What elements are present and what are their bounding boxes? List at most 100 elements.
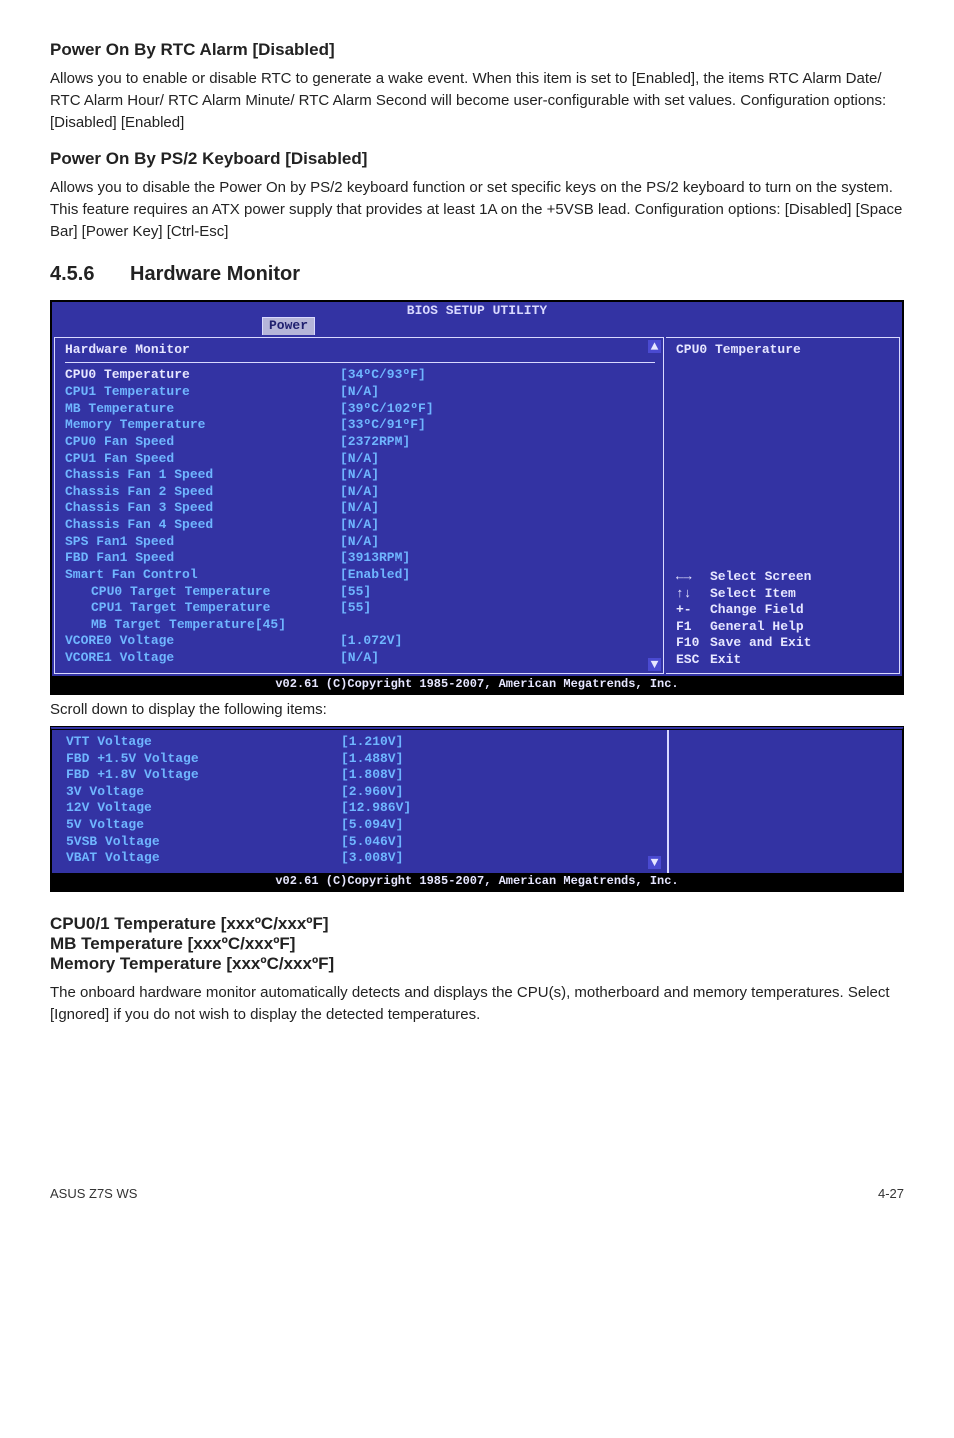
section-heading-hwmon: 4.5.6Hardware Monitor (50, 263, 904, 286)
bios-row[interactable]: Chassis Fan 4 Speed[N/A] (65, 517, 655, 534)
bios-field-label: CPU1 Temperature (65, 384, 340, 401)
bios-field-value: [N/A] (340, 500, 379, 517)
bios-field-label: CPU0 Fan Speed (65, 434, 340, 451)
bios-field-value: [39ºC/102ºF] (340, 401, 434, 418)
bios-field-label: Memory Temperature (65, 417, 340, 434)
bios-help-key: +- (676, 602, 710, 619)
bios-field-label: VBAT Voltage (66, 850, 341, 867)
bios-field-value: [5.046V] (341, 834, 403, 851)
bios-field-value: [Enabled] (340, 567, 410, 584)
temp-heading-memory: Memory Temperature [xxxºC/xxxºF] (50, 954, 904, 974)
footer-right: 4-27 (878, 1186, 904, 1201)
bios-row[interactable]: Chassis Fan 2 Speed[N/A] (65, 484, 655, 501)
bios-field-value: [N/A] (340, 467, 379, 484)
bios-help-text: Exit (710, 652, 741, 667)
bios-field-value: [12.986V] (341, 800, 411, 817)
bios-row[interactable]: 5VSB Voltage[5.046V] (66, 834, 659, 851)
bios-field-value: [1.072V] (340, 633, 402, 650)
bios-row[interactable]: SPS Fan1 Speed[N/A] (65, 534, 655, 551)
bios-help-line: F10Save and Exit (676, 635, 891, 652)
bios-row[interactable]: VCORE0 Voltage[1.072V] (65, 633, 655, 650)
bios-help-text: Select Item (710, 586, 796, 601)
bios-screenshot-continued: VTT Voltage[1.210V]FBD +1.5V Voltage[1.4… (50, 726, 904, 892)
section-heading-rtc: Power On By RTC Alarm [Disabled] (50, 40, 904, 60)
bios-field-value: [1.488V] (341, 751, 403, 768)
bios-tab-power[interactable]: Power (262, 317, 315, 335)
bios-footer-2: v02.61 (C)Copyright 1985-2007, American … (52, 873, 902, 890)
bios-row[interactable]: Smart Fan Control[Enabled] (65, 567, 655, 584)
bios-row[interactable]: Chassis Fan 3 Speed[N/A] (65, 500, 655, 517)
bios-field-label: CPU0 Temperature (65, 367, 340, 384)
temp-heading-mb: MB Temperature [xxxºC/xxxºF] (50, 934, 904, 954)
bios-field-label: CPU0 Target Temperature (65, 584, 340, 601)
bios-field-label: MB Target Temperature[45] (65, 617, 340, 634)
bios-help-key: ↑↓ (676, 586, 710, 603)
bios-row[interactable]: VBAT Voltage[3.008V] (66, 850, 659, 867)
bios-row[interactable]: Memory Temperature[33ºC/91ºF] (65, 417, 655, 434)
bios-right-heading: CPU0 Temperature (676, 342, 891, 359)
bios-field-label: Chassis Fan 3 Speed (65, 500, 340, 517)
bios-help-line: +-Change Field (676, 602, 891, 619)
bios-row[interactable]: CPU1 Target Temperature[55] (65, 600, 655, 617)
bios-field-label: CPU1 Fan Speed (65, 451, 340, 468)
bios-field-value: [33ºC/91ºF] (340, 417, 426, 434)
bios-row[interactable]: 3V Voltage[2.960V] (66, 784, 659, 801)
bios-row[interactable]: MB Temperature[39ºC/102ºF] (65, 401, 655, 418)
bios-help-text: Save and Exit (710, 635, 811, 650)
bios-right-panel: CPU0 Temperature ←→Select Screen↑↓Select… (666, 337, 900, 674)
bios-field-label: 5V Voltage (66, 817, 341, 834)
bios-field-value: [5.094V] (341, 817, 403, 834)
bios-row[interactable]: VTT Voltage[1.210V] (66, 734, 659, 751)
bios-help-line: ↑↓Select Item (676, 586, 891, 603)
bios-row[interactable]: FBD Fan1 Speed[3913RPM] (65, 550, 655, 567)
bios-row[interactable]: VCORE1 Voltage[N/A] (65, 650, 655, 667)
bios-help-block: ←→Select Screen↑↓Select Item+-Change Fie… (676, 569, 891, 669)
bios-row[interactable]: MB Target Temperature[45] (65, 617, 655, 634)
bios-field-value: [1.808V] (341, 767, 403, 784)
bios-row[interactable]: CPU0 Fan Speed[2372RPM] (65, 434, 655, 451)
bios-help-key: ESC (676, 652, 710, 669)
bios-field-label: Chassis Fan 2 Speed (65, 484, 340, 501)
bios-row[interactable]: FBD +1.8V Voltage[1.808V] (66, 767, 659, 784)
scroll-down-icon[interactable]: ▼ (648, 856, 661, 869)
bios-row[interactable]: 5V Voltage[5.094V] (66, 817, 659, 834)
scroll-up-icon[interactable]: ▲ (648, 340, 661, 353)
bios-help-text: Change Field (710, 602, 804, 617)
bios-help-line: ←→Select Screen (676, 569, 891, 586)
bios-row[interactable]: CPU1 Temperature[N/A] (65, 384, 655, 401)
bios-field-value: [3.008V] (341, 850, 403, 867)
bios-field-value: [34ºC/93ºF] (340, 367, 426, 384)
bios-field-value: [2.960V] (341, 784, 403, 801)
bios-row[interactable]: CPU0 Temperature[34ºC/93ºF] (65, 367, 655, 384)
temp-text: The onboard hardware monitor automatical… (50, 982, 904, 1026)
bios-field-value: [N/A] (340, 384, 379, 401)
bios-field-value: [N/A] (340, 534, 379, 551)
page-footer: ASUS Z7S WS 4-27 (50, 1186, 904, 1201)
bios-help-line: ESCExit (676, 652, 891, 669)
bios-left-panel-2: VTT Voltage[1.210V]FBD +1.5V Voltage[1.4… (52, 730, 669, 873)
section-text-rtc: Allows you to enable or disable RTC to g… (50, 68, 904, 133)
bios-screenshot-main: BIOS SETUP UTILITY Power ▲ Hardware Moni… (50, 300, 904, 695)
bios-field-value: [2372RPM] (340, 434, 410, 451)
footer-left: ASUS Z7S WS (50, 1186, 137, 1201)
bios-row[interactable]: CPU0 Target Temperature[55] (65, 584, 655, 601)
scroll-down-icon[interactable]: ▼ (648, 658, 661, 671)
bios-footer: v02.61 (C)Copyright 1985-2007, American … (52, 676, 902, 693)
bios-field-label: Smart Fan Control (65, 567, 340, 584)
bios-field-label: Chassis Fan 1 Speed (65, 467, 340, 484)
bios-help-text: General Help (710, 619, 804, 634)
section-number: 4.5.6 (50, 263, 130, 286)
bios-field-value: [N/A] (340, 451, 379, 468)
section-text-ps2: Allows you to disable the Power On by PS… (50, 177, 904, 242)
section-heading-ps2: Power On By PS/2 Keyboard [Disabled] (50, 149, 904, 169)
bios-row[interactable]: Chassis Fan 1 Speed[N/A] (65, 467, 655, 484)
bios-help-line: F1General Help (676, 619, 891, 636)
bios-row[interactable]: FBD +1.5V Voltage[1.488V] (66, 751, 659, 768)
bios-row[interactable]: CPU1 Fan Speed[N/A] (65, 451, 655, 468)
bios-field-label: FBD +1.8V Voltage (66, 767, 341, 784)
bios-field-label: VTT Voltage (66, 734, 341, 751)
bios-panel-heading: Hardware Monitor (65, 342, 655, 364)
bios-field-label: VCORE0 Voltage (65, 633, 340, 650)
bios-field-label: FBD Fan1 Speed (65, 550, 340, 567)
bios-row[interactable]: 12V Voltage[12.986V] (66, 800, 659, 817)
